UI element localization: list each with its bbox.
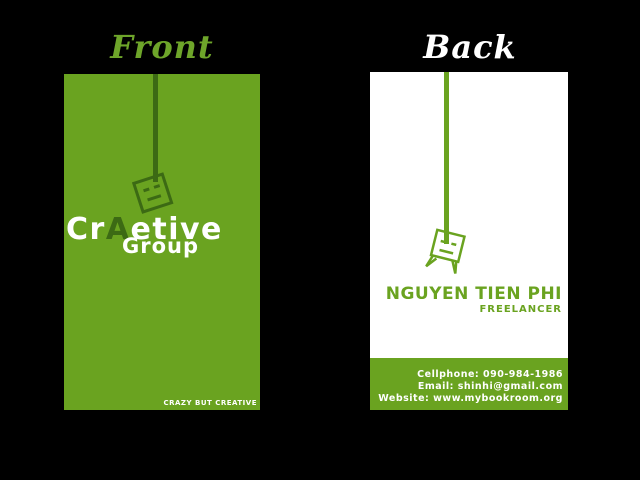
brand-subtitle: Group bbox=[122, 234, 200, 258]
brand-part-1: Cr bbox=[66, 212, 106, 247]
hanging-string bbox=[444, 72, 449, 244]
back-card: NGUYEN TIEN PHI FREELANCER Cellphone: 09… bbox=[370, 72, 568, 410]
cellphone-text: Cellphone: 090-984-1986 bbox=[417, 369, 563, 380]
tagline: CRAZY BUT CREATIVE bbox=[163, 399, 257, 407]
person-name: NGUYEN TIEN PHI bbox=[385, 284, 562, 304]
front-heading: Front bbox=[110, 28, 214, 66]
person-role: FREELANCER bbox=[479, 304, 562, 315]
contact-band: Cellphone: 090-984-1986 Email: shinhi@gm… bbox=[370, 358, 568, 410]
front-card: CrAetive Group CRAZY BUT CREATIVE bbox=[64, 74, 260, 410]
box-creature-icon bbox=[425, 228, 466, 274]
back-heading: Back bbox=[423, 28, 517, 66]
hanging-string bbox=[153, 74, 158, 182]
email-text: Email: shinhi@gmail.com bbox=[417, 381, 563, 392]
website-text: Website: www.mybookroom.org bbox=[378, 393, 563, 404]
